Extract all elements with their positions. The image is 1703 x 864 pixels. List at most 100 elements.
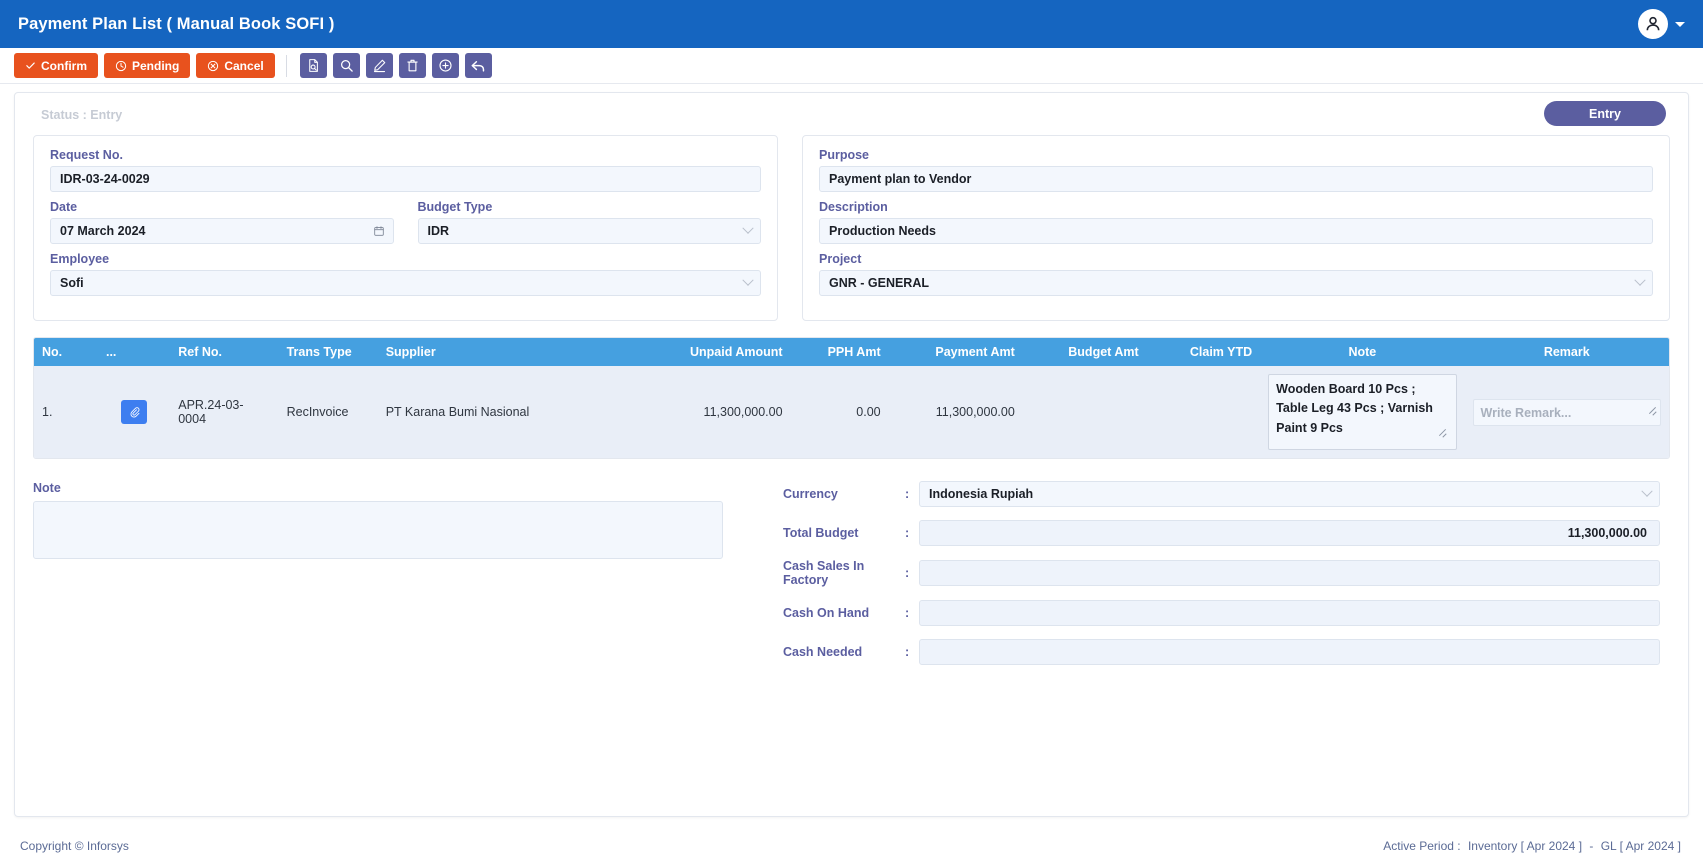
purpose-input[interactable]: Payment plan to Vendor [819,166,1653,192]
col-remark[interactable]: Remark [1464,338,1669,366]
period-separator: - [1589,839,1594,853]
back-button[interactable] [464,53,492,78]
attachment-button[interactable] [121,400,148,424]
document-search-button[interactable] [299,53,327,78]
project-select[interactable]: GNR - GENERAL [819,270,1653,296]
summary-section: Currency : Indonesia Rupiah Total Budget… [783,481,1670,678]
request-no-input[interactable]: IDR-03-24-0029 [50,166,761,192]
add-button[interactable] [431,53,459,78]
request-no-label: Request No. [50,148,123,162]
app-header: Payment Plan List ( Manual Book SOFI ) [0,0,1703,48]
summary-row-total-budget: Total Budget : 11,300,000.00 [783,520,1660,546]
field-purpose: Purpose Payment plan to Vendor [819,148,1653,192]
date-label: Date [50,200,78,214]
cash-needed-label: Cash Needed [783,645,863,659]
col-budget-amt[interactable]: Budget Amt [1022,338,1147,366]
form-card-right: Purpose Payment plan to Vendor Descripti… [802,135,1670,321]
employee-label: Employee [50,252,110,266]
cell-remark: Write Remark... [1464,366,1669,458]
toolbar: Confirm Pending Cancel [0,48,1703,84]
summary-row-cash-on-hand: Cash On Hand : [783,600,1660,626]
chevron-down-icon[interactable] [742,222,754,235]
field-date: Date 07 March 2024 [50,200,394,244]
cancel-button[interactable]: Cancel [196,53,275,78]
col-unpaid-amount[interactable]: Unpaid Amount [635,338,791,366]
status-badge[interactable]: Entry [1544,101,1666,126]
confirm-button[interactable]: Confirm [14,53,98,78]
gl-period: GL [ Apr 2024 ] [1600,839,1681,853]
cell-pph-amt: 0.00 [790,366,889,458]
chevron-down-icon[interactable] [1675,21,1685,27]
field-budget-type: Budget Type IDR [417,200,761,244]
field-request-no: Request No. IDR-03-24-0029 [50,148,761,192]
payment-plan-table: No. ... Ref No. Trans Type Supplier Unpa… [33,337,1670,459]
employee-value: Sofi [60,276,84,290]
toolbar-divider [285,54,287,77]
back-arrow-icon [471,60,485,72]
cell-budget-amt [1022,366,1147,458]
remark-textarea[interactable]: Write Remark... [1472,398,1661,426]
edit-button[interactable] [365,53,393,78]
colon-separator: : [905,526,910,540]
col-ref-no[interactable]: Ref No. [170,338,279,366]
date-input[interactable]: 07 March 2024 [50,218,394,244]
note-section: Note [33,481,723,678]
colon-separator: : [905,487,910,501]
col-note[interactable]: Note [1260,338,1465,366]
cash-needed-input[interactable] [919,639,1660,665]
cancel-circle-icon [208,60,219,71]
note-textarea[interactable]: Wooden Board 10 Pcs ; Table Leg 43 Pcs ;… [1268,374,1457,450]
calendar-icon[interactable] [373,225,385,237]
trash-icon [407,59,418,72]
user-menu[interactable] [1638,9,1685,39]
cash-on-hand-label: Cash On Hand [783,606,870,620]
purpose-label: Purpose [819,148,870,162]
form-cards: Request No. IDR-03-24-0029 Date 07 March… [33,135,1670,321]
summary-row-cash-sales-in-factory: Cash Sales In Factory : [783,559,1660,587]
chevron-down-icon[interactable] [1634,274,1646,287]
cell-payment-amt: 11,300,000.00 [888,366,1023,458]
description-label: Description [819,200,888,214]
cell-unpaid-amount: 11,300,000.00 [635,366,791,458]
chevron-down-icon[interactable] [1641,485,1653,498]
pending-button[interactable]: Pending [104,53,191,78]
cell-ref-no: APR.24-03-0004 [170,366,279,458]
col-trans-type[interactable]: Trans Type [278,338,378,366]
budget-type-label: Budget Type [417,200,493,214]
table-row: 1. APR.24-03-0004 RecInvoice PT Karana B… [34,366,1669,458]
description-input[interactable]: Production Needs [819,218,1653,244]
colon-separator: : [905,645,910,659]
active-period: Active Period : Inventory [ Apr 2024 ] -… [1381,839,1683,853]
cash-on-hand-input[interactable] [919,600,1660,626]
currency-value: Indonesia Rupiah [929,487,1034,501]
employee-select[interactable]: Sofi [50,270,761,296]
col-claim-ytd[interactable]: Claim YTD [1146,338,1261,366]
cash-sales-in-factory-input[interactable] [919,560,1660,586]
currency-select[interactable]: Indonesia Rupiah [919,481,1660,507]
document-search-icon [308,59,318,72]
cell-no: 1. [34,366,98,458]
field-employee: Employee Sofi [50,252,761,296]
col-pph-amt[interactable]: PPH Amt [790,338,889,366]
col-payment-amt[interactable]: Payment Amt [888,338,1023,366]
col-supplier[interactable]: Supplier [377,338,636,366]
currency-label: Currency [783,487,838,501]
delete-button[interactable] [398,53,426,78]
budget-type-select[interactable]: IDR [417,218,761,244]
summary-row-currency: Currency : Indonesia Rupiah [783,481,1660,507]
status-text: Status : Entry [41,108,123,122]
note-label: Note [33,481,61,495]
avatar[interactable] [1638,9,1668,39]
paperclip-icon [130,406,140,418]
note-input[interactable] [33,501,723,559]
cell-note: Wooden Board 10 Pcs ; Table Leg 43 Pcs ;… [1260,366,1465,458]
user-icon [1646,16,1660,31]
col-attachment[interactable]: ... [97,338,171,366]
cell-attachment [97,366,171,458]
cash-sales-in-factory-label: Cash Sales In Factory [783,559,865,587]
form-card-left: Request No. IDR-03-24-0029 Date 07 March… [33,135,778,321]
chevron-down-icon[interactable] [742,274,754,287]
total-budget-input[interactable]: 11,300,000.00 [919,520,1660,546]
search-button[interactable] [332,53,360,78]
col-no[interactable]: No. [34,338,98,366]
